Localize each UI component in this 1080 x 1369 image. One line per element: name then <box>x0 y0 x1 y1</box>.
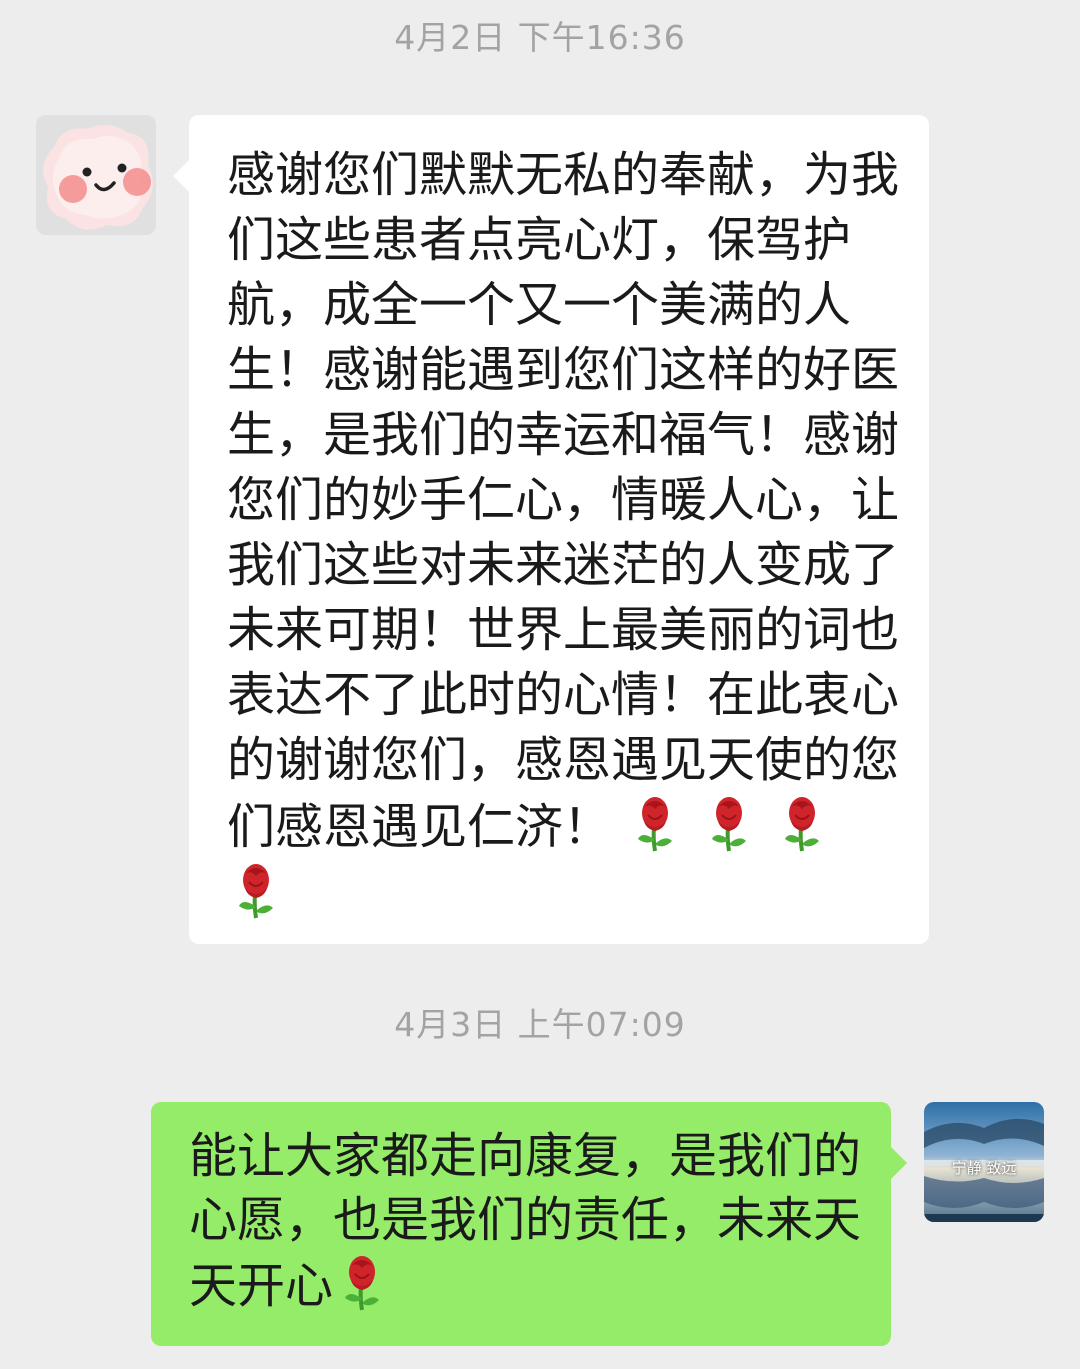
message-text: 感谢您们默默无私的奉献，为我们这些患者点亮心灯，保驾护航，成全一个又一个美满的人… <box>227 147 900 855</box>
outgoing-message-bubble[interactable]: 能让大家都走向康复，是我们的心愿，也是我们的责任，未来天天开心 <box>151 1102 907 1346</box>
avatar-caption: 宁静 致远 <box>951 1159 1017 1177</box>
user-avatar[interactable]: 宁静 致远 <box>924 1102 1044 1222</box>
rose-emoji-icon <box>700 793 758 853</box>
pink-blush-face-avatar-icon <box>36 115 156 235</box>
contact-avatar[interactable] <box>36 115 156 235</box>
timestamp: 4月3日 上午07:09 <box>394 1005 686 1044</box>
incoming-message-bubble[interactable]: 感谢您们默默无私的奉献，为我们这些患者点亮心灯，保驾护航，成全一个又一个美满的人… <box>173 115 929 944</box>
rose-emoji-icon <box>333 1252 391 1312</box>
rose-emoji-icon <box>773 793 831 853</box>
message-text: 能让大家都走向康复，是我们的心愿，也是我们的责任，未来天天开心 <box>189 1128 862 1314</box>
rose-emoji-icon <box>227 860 285 920</box>
rose-emoji-icon <box>626 793 684 853</box>
timestamp: 4月2日 下午16:36 <box>394 18 686 57</box>
